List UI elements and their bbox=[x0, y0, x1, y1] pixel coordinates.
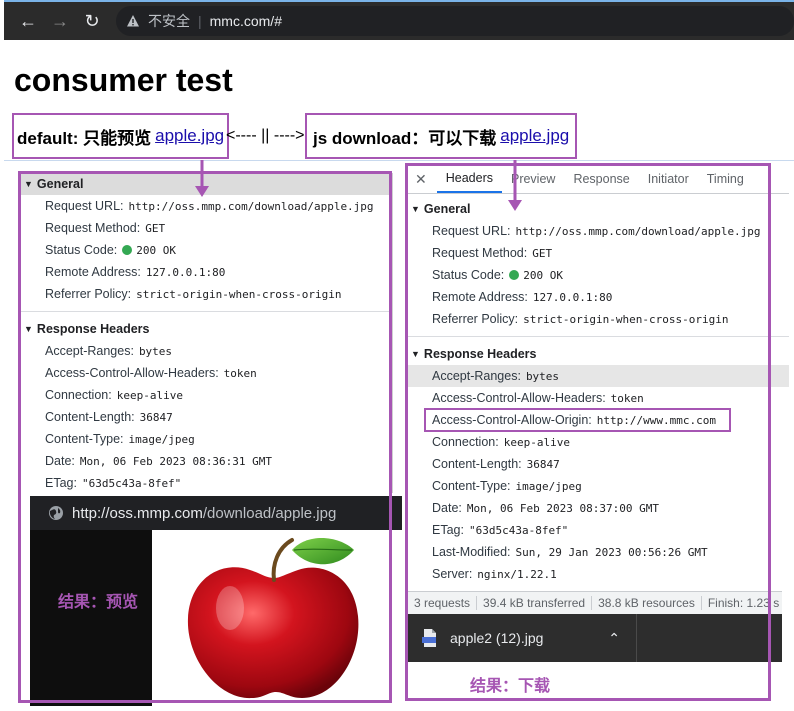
arrow-right-down bbox=[508, 160, 522, 211]
arrow-left-down bbox=[195, 160, 209, 197]
left-result-label: 结果：预览 bbox=[58, 594, 139, 611]
right-result-label: 结果：下载 bbox=[470, 678, 551, 695]
